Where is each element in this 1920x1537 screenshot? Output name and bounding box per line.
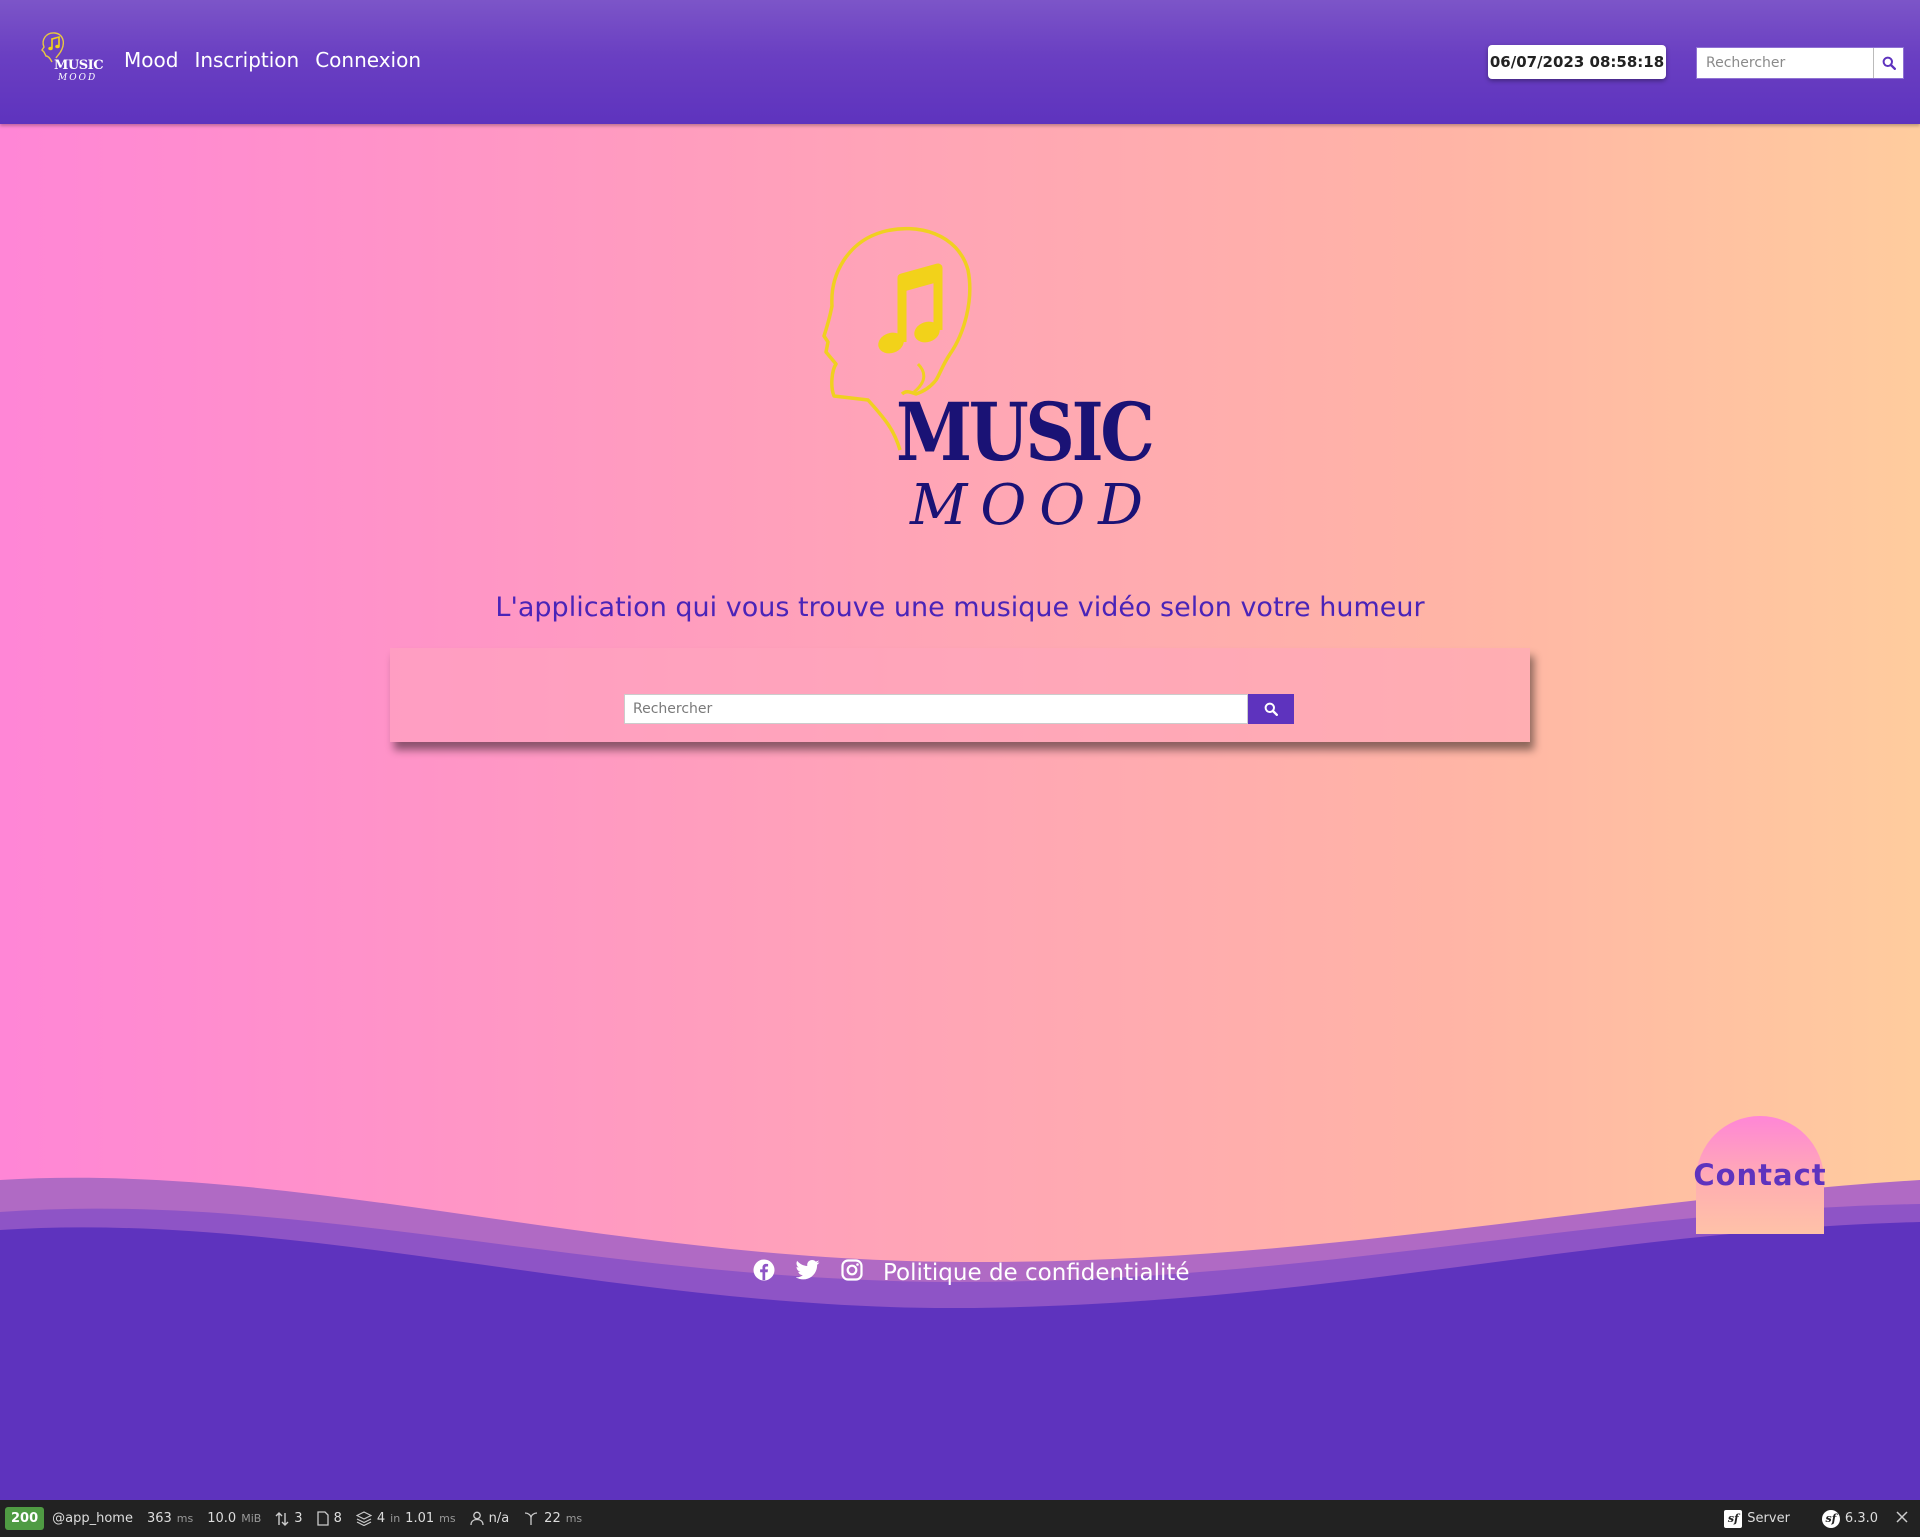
symfony-server-icon: sf — [1724, 1509, 1743, 1528]
forms-panel[interactable]: 8 — [316, 1511, 342, 1526]
doctrine-time: 1.01 — [405, 1511, 435, 1526]
server-label: Server — [1747, 1511, 1790, 1526]
doctrine-count: 4 — [376, 1511, 386, 1526]
user-icon — [469, 1511, 484, 1526]
main-search-button[interactable] — [1248, 694, 1294, 724]
request-time-value: 363 — [146, 1511, 172, 1526]
events-time: 22 — [544, 1511, 561, 1526]
navbar-logo-mood: MOOD — [58, 73, 98, 83]
events-unit: ms — [565, 1512, 583, 1525]
hero-logo-mood: MOOD — [910, 473, 1157, 538]
main-search-input[interactable] — [624, 694, 1248, 724]
status-code-badge[interactable]: 200 — [5, 1507, 45, 1530]
footer-waves — [0, 1177, 1920, 1500]
memory-usage[interactable]: 10.0 MiB — [207, 1511, 261, 1526]
instagram-icon[interactable] — [840, 1258, 864, 1282]
facebook-icon[interactable] — [752, 1258, 776, 1282]
privacy-policy-link[interactable]: Politique de confidentialité — [883, 1260, 1190, 1286]
header-search — [1696, 47, 1904, 79]
layers-icon — [355, 1511, 372, 1526]
user-panel[interactable]: n/a — [469, 1511, 510, 1526]
close-icon — [1896, 1510, 1908, 1523]
close-toolbar-button[interactable] — [1896, 1510, 1908, 1527]
route-name[interactable]: @app_home — [52, 1511, 133, 1526]
http-requests[interactable]: 3 — [275, 1511, 303, 1527]
top-navbar: MUSIC MOOD Mood Inscription Connexion 06… — [0, 0, 1920, 124]
symfony-version[interactable]: sf 6.3.0 — [1821, 1509, 1878, 1528]
search-icon — [1264, 702, 1278, 716]
search-icon — [1882, 56, 1896, 70]
datetime-display: 06/07/2023 08:58:18 — [1488, 45, 1666, 79]
document-icon — [316, 1511, 329, 1526]
header-search-button[interactable] — [1873, 48, 1903, 78]
twitter-icon[interactable] — [796, 1258, 820, 1282]
forms-count: 8 — [333, 1511, 342, 1526]
hero-logo: MUSIC MOOD — [818, 224, 1155, 536]
server-panel[interactable]: sf Server — [1724, 1509, 1790, 1528]
request-time[interactable]: 363 ms — [147, 1511, 193, 1526]
memory-value: 10.0 — [207, 1511, 237, 1526]
version-value: 6.3.0 — [1844, 1511, 1878, 1526]
social-links — [752, 1258, 864, 1282]
hero-logo-music: MUSIC — [896, 385, 1155, 479]
events-panel[interactable]: 22 ms — [523, 1511, 582, 1526]
doctrine-panel[interactable]: 4 in 1.01 ms — [355, 1511, 456, 1526]
doctrine-in: in — [390, 1512, 401, 1525]
branch-icon — [525, 1512, 538, 1525]
hero-tagline: L'application qui vous trouve une musiqu… — [495, 592, 1425, 623]
navbar-logo[interactable]: MUSIC MOOD — [38, 30, 104, 86]
symfony-logo-icon: sf — [1821, 1509, 1840, 1528]
header-search-input[interactable] — [1697, 48, 1873, 78]
nav-link-connexion[interactable]: Connexion — [315, 48, 421, 72]
debug-toolbar: 200 @app_home 363 ms 10.0 MiB 3 8 4 in 1… — [0, 1500, 1920, 1537]
doctrine-unit: ms — [439, 1512, 456, 1525]
request-time-unit: ms — [176, 1512, 194, 1525]
nav-link-inscription[interactable]: Inscription — [194, 48, 299, 72]
contact-button[interactable]: Contact — [1693, 1116, 1826, 1234]
main-nav: Mood Inscription Connexion — [124, 48, 421, 72]
user-value: n/a — [488, 1511, 510, 1526]
arrows-updown-icon — [275, 1511, 289, 1526]
memory-unit: MiB — [241, 1512, 262, 1525]
main-search — [624, 694, 1294, 724]
http-requests-count: 3 — [294, 1511, 303, 1526]
navbar-logo-music: MUSIC — [54, 58, 104, 73]
toolbar-right: sf Server sf 6.3.0 — [1710, 1509, 1908, 1528]
nav-link-mood[interactable]: Mood — [124, 48, 178, 72]
